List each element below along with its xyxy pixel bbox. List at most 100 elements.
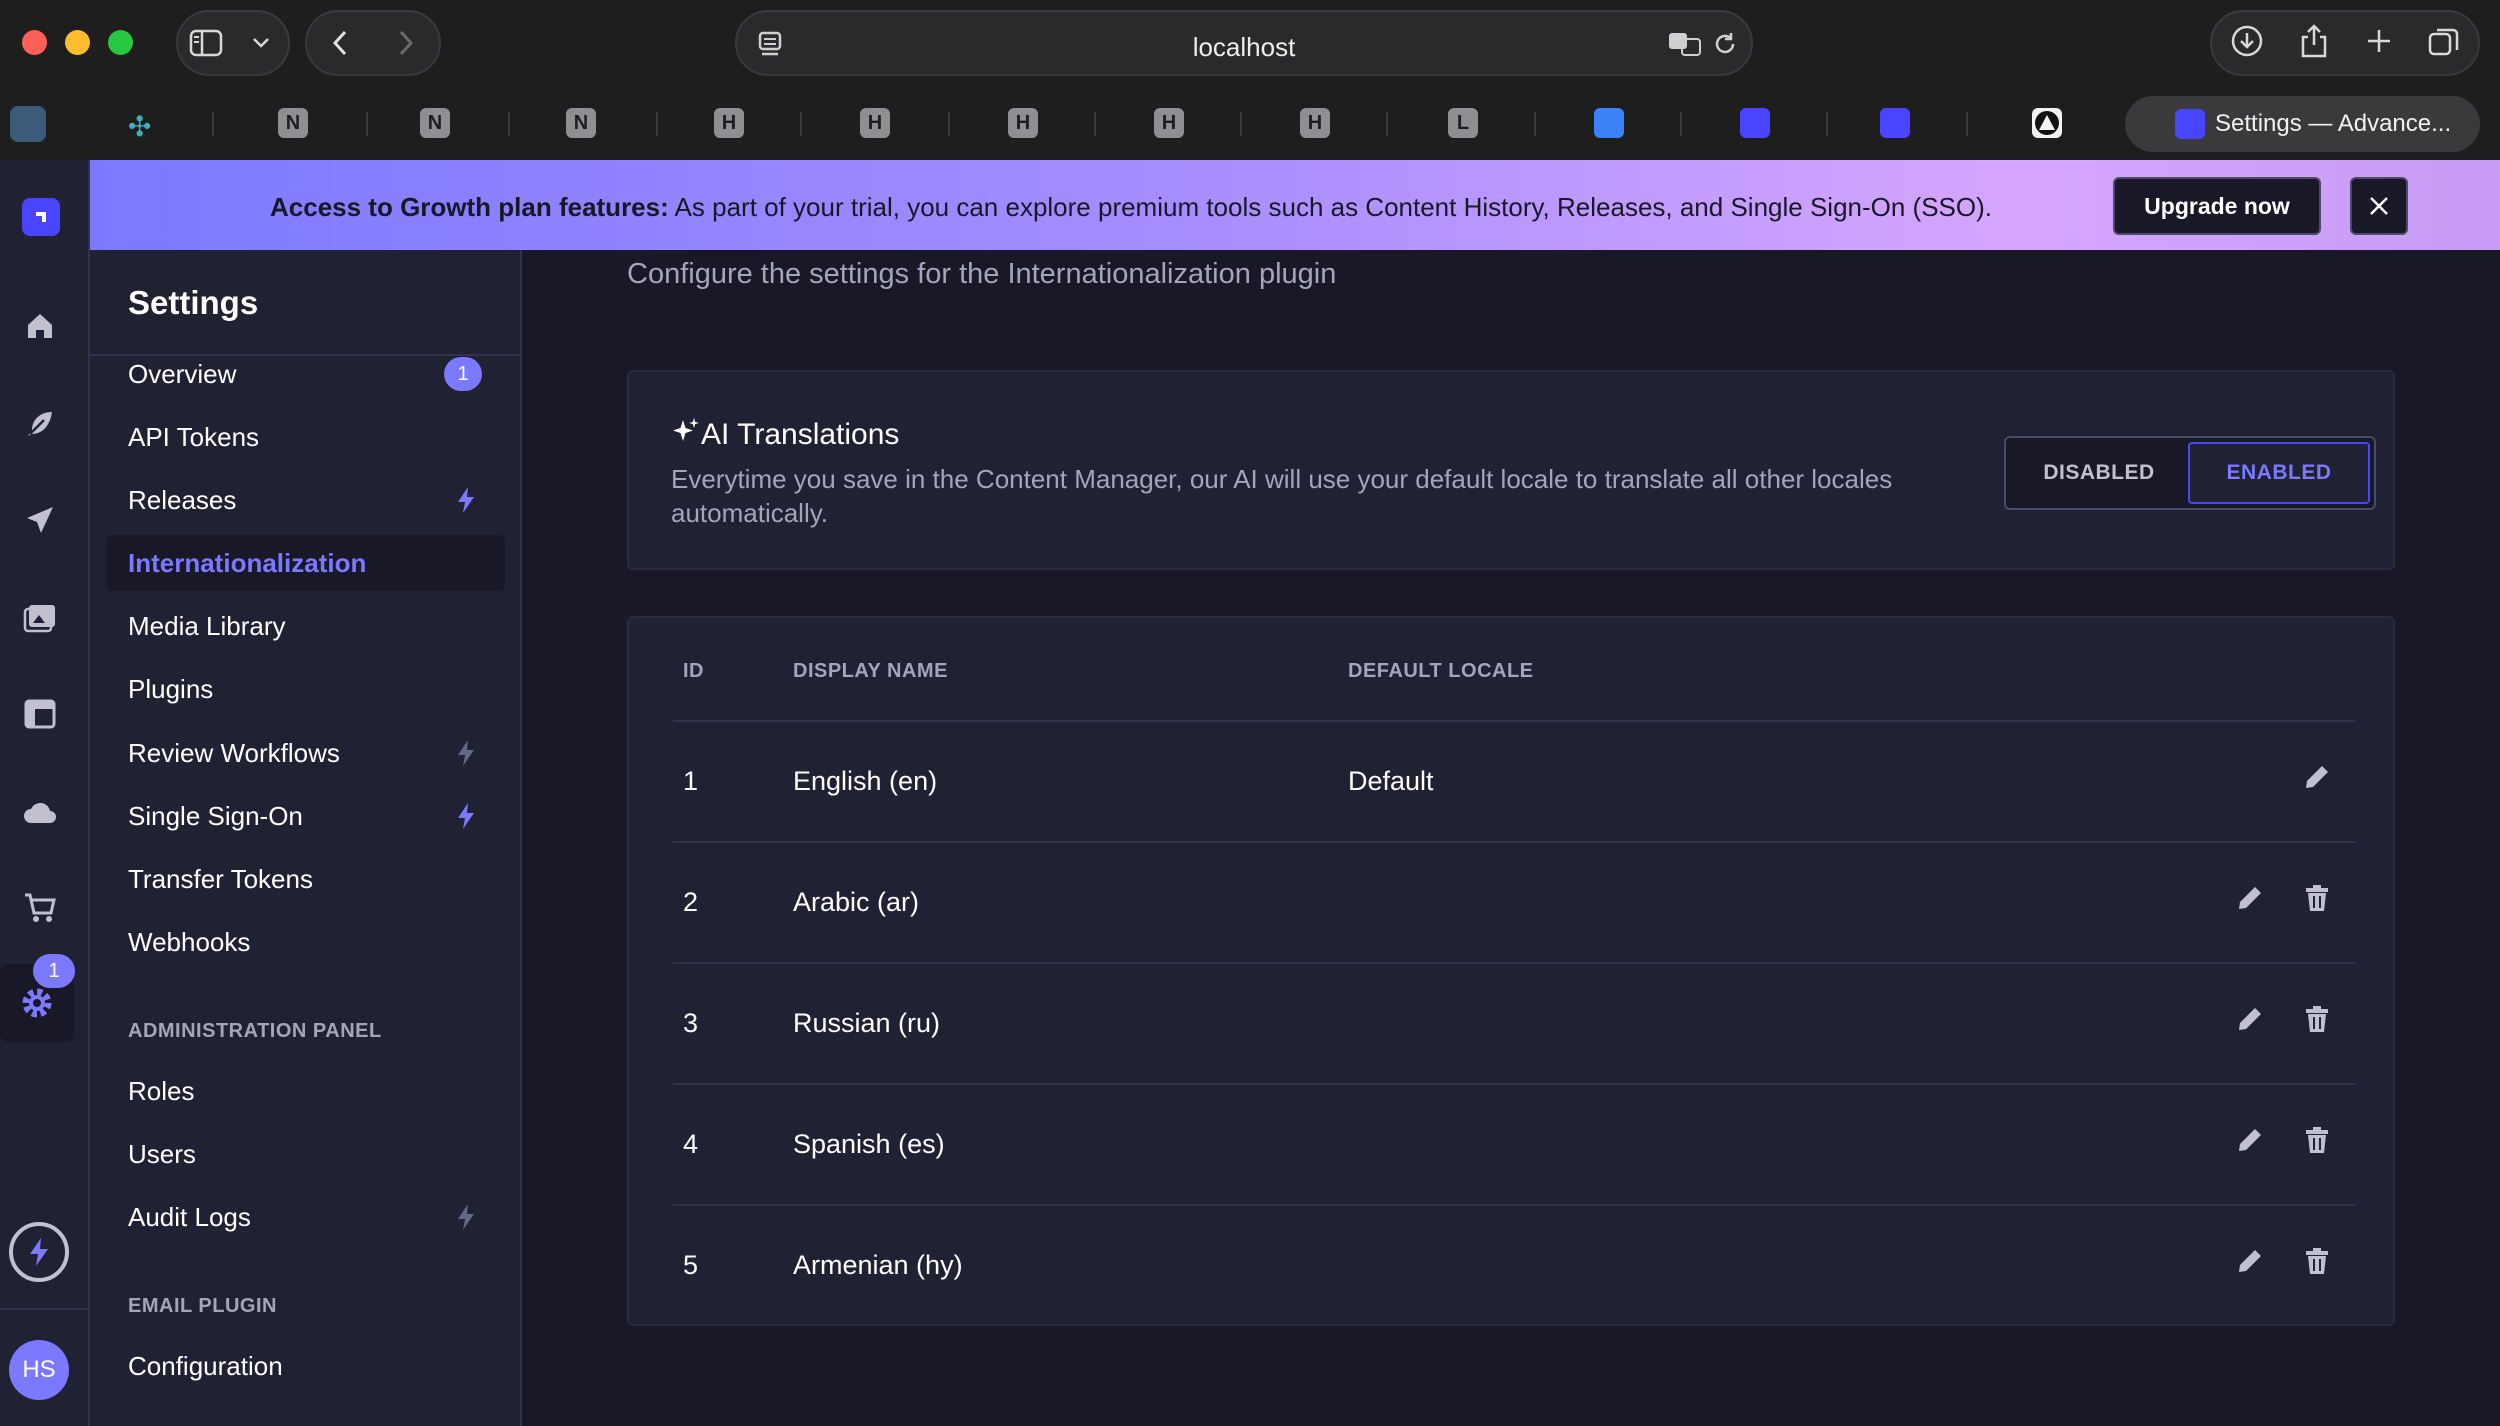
- locale-id: 4: [683, 1129, 699, 1159]
- back-icon[interactable]: [310, 13, 370, 73]
- cloud-icon[interactable]: [18, 790, 62, 834]
- settings-title: Settings: [128, 284, 259, 321]
- settings-nav-releases[interactable]: Releases: [107, 472, 505, 528]
- tab-favicon[interactable]: H: [860, 108, 890, 138]
- ai-translations-toggle[interactable]: DISABLED ENABLED: [2004, 436, 2376, 510]
- tab-separator: [1826, 112, 1828, 136]
- locale-id: 3: [683, 1008, 699, 1038]
- banner-close-icon[interactable]: [2350, 177, 2408, 235]
- tab-favicon[interactable]: H: [1154, 108, 1184, 138]
- edit-pencil-icon[interactable]: [2235, 1246, 2265, 1281]
- tab-favicon[interactable]: N: [278, 108, 308, 138]
- table-row: 4 Spanish (es): [673, 1083, 2355, 1204]
- tab-separator: [508, 112, 510, 136]
- toggle-disabled-option[interactable]: DISABLED: [2010, 442, 2188, 504]
- edit-pencil-icon[interactable]: [2235, 883, 2265, 918]
- upgrade-now-button[interactable]: Upgrade now: [2113, 177, 2321, 235]
- share-icon[interactable]: [2299, 23, 2329, 64]
- docs-favicon-icon[interactable]: [1594, 108, 1624, 138]
- triangle-favicon-icon[interactable]: [2032, 108, 2062, 138]
- tab-overview-icon[interactable]: [2428, 25, 2460, 62]
- edit-pencil-icon[interactable]: [2235, 1004, 2265, 1039]
- zoom-window-button[interactable]: [108, 30, 133, 55]
- new-tab-icon[interactable]: [2365, 27, 2393, 60]
- tab-favicon[interactable]: H: [714, 108, 744, 138]
- settings-nav-configuration[interactable]: Configuration: [107, 1338, 505, 1394]
- settings-subnav: Settings Overview 1 API Tokens Releases …: [90, 250, 522, 1426]
- bolt-icon: [455, 739, 477, 774]
- tab-separator: [1094, 112, 1096, 136]
- locales-table: ID DISPLAY NAME DEFAULT LOCALE 1 English…: [627, 616, 2395, 1326]
- translate-icon[interactable]: [1667, 30, 1703, 63]
- active-tab-title: Settings — Advance...: [2215, 110, 2452, 137]
- active-tab[interactable]: Settings — Advance...: [2125, 96, 2480, 152]
- settings-nav-plugins[interactable]: Plugins: [107, 661, 505, 717]
- settings-notification-badge: 1: [33, 954, 75, 988]
- settings-nav-audit-logs[interactable]: Audit Logs: [107, 1189, 505, 1245]
- tab-separator: [1534, 112, 1536, 136]
- edit-pencil-icon[interactable]: [2235, 1125, 2265, 1160]
- settings-nav-api-tokens[interactable]: API Tokens: [107, 409, 505, 465]
- banner-bold-text: Access to Growth plan features:: [270, 192, 669, 222]
- tab-separator: [948, 112, 950, 136]
- delete-trash-icon[interactable]: [2302, 1125, 2332, 1160]
- column-header-display-name: DISPLAY NAME: [793, 660, 948, 682]
- nav-item-label: API Tokens: [128, 421, 260, 452]
- home-icon[interactable]: [18, 304, 62, 348]
- tab-separator: [800, 112, 802, 136]
- cart-icon[interactable]: [18, 886, 62, 930]
- download-icon[interactable]: [2230, 24, 2264, 63]
- reload-icon[interactable]: [1711, 30, 1739, 63]
- email-plugin-section-heading: EMAIL PLUGIN: [128, 1295, 277, 1317]
- table-row: 1 English (en) Default: [673, 720, 2355, 841]
- settings-nav-review-workflows[interactable]: Review Workflows: [107, 725, 505, 781]
- strapi-favicon-icon[interactable]: [1880, 108, 1910, 138]
- nav-item-label: Roles: [128, 1075, 195, 1106]
- bolt-icon: [455, 802, 477, 837]
- tab-favicon[interactable]: N: [420, 108, 450, 138]
- main-nav-rail: 1 HS: [0, 160, 90, 1426]
- delete-trash-icon[interactable]: [2302, 1004, 2332, 1039]
- edit-pencil-icon[interactable]: [2302, 762, 2332, 797]
- tab-favicon[interactable]: N: [566, 108, 596, 138]
- media-library-icon[interactable]: [18, 596, 62, 640]
- locale-id: 5: [683, 1250, 699, 1280]
- settings-nav-media-library[interactable]: Media Library: [107, 598, 505, 654]
- strapi-favicon-icon[interactable]: [1740, 108, 1770, 138]
- tab-favicon[interactable]: L: [1448, 108, 1478, 138]
- growth-bolt-icon[interactable]: [9, 1222, 69, 1282]
- send-icon[interactable]: [18, 498, 62, 542]
- nav-item-label: Internationalization: [128, 547, 367, 578]
- settings-nav-overview[interactable]: Overview 1: [107, 346, 505, 402]
- tab-favicon-sparkle-icon[interactable]: ✣: [128, 110, 151, 143]
- minimize-window-button[interactable]: [65, 30, 90, 55]
- settings-nav-roles[interactable]: Roles: [107, 1063, 505, 1119]
- sidebar-icon[interactable]: [178, 13, 233, 73]
- settings-nav-single-sign-on[interactable]: Single Sign-On: [107, 788, 505, 844]
- nav-item-label: Releases: [128, 484, 237, 515]
- user-avatar[interactable]: HS: [9, 1340, 69, 1400]
- settings-nav-transfer-tokens[interactable]: Transfer Tokens: [107, 851, 505, 907]
- nav-item-label: Review Workflows: [128, 737, 340, 768]
- settings-nav-users[interactable]: Users: [107, 1126, 505, 1182]
- tab-group-icon[interactable]: [10, 106, 46, 142]
- tab-favicon[interactable]: H: [1008, 108, 1038, 138]
- close-window-button[interactable]: [22, 30, 47, 55]
- delete-trash-icon[interactable]: [2302, 883, 2332, 918]
- layout-icon[interactable]: [18, 692, 62, 736]
- url-text: localhost: [1192, 32, 1296, 62]
- chevron-down-icon[interactable]: [233, 13, 288, 73]
- settings-nav-webhooks[interactable]: Webhooks: [107, 914, 505, 970]
- delete-trash-icon[interactable]: [2302, 1246, 2332, 1281]
- ai-translations-title: AI Translations: [701, 418, 900, 451]
- content-manager-feather-icon[interactable]: [18, 402, 62, 446]
- rail-divider: [0, 1308, 90, 1310]
- nav-item-label: Audit Logs: [128, 1201, 251, 1232]
- tab-favicon[interactable]: H: [1300, 108, 1330, 138]
- nav-item-label: Single Sign-On: [128, 800, 303, 831]
- toggle-enabled-option[interactable]: ENABLED: [2188, 442, 2370, 504]
- address-bar[interactable]: localhost: [735, 10, 1753, 76]
- forward-icon[interactable]: [376, 13, 436, 73]
- strapi-logo-icon[interactable]: [22, 198, 60, 236]
- settings-nav-internationalization[interactable]: Internationalization: [107, 535, 505, 591]
